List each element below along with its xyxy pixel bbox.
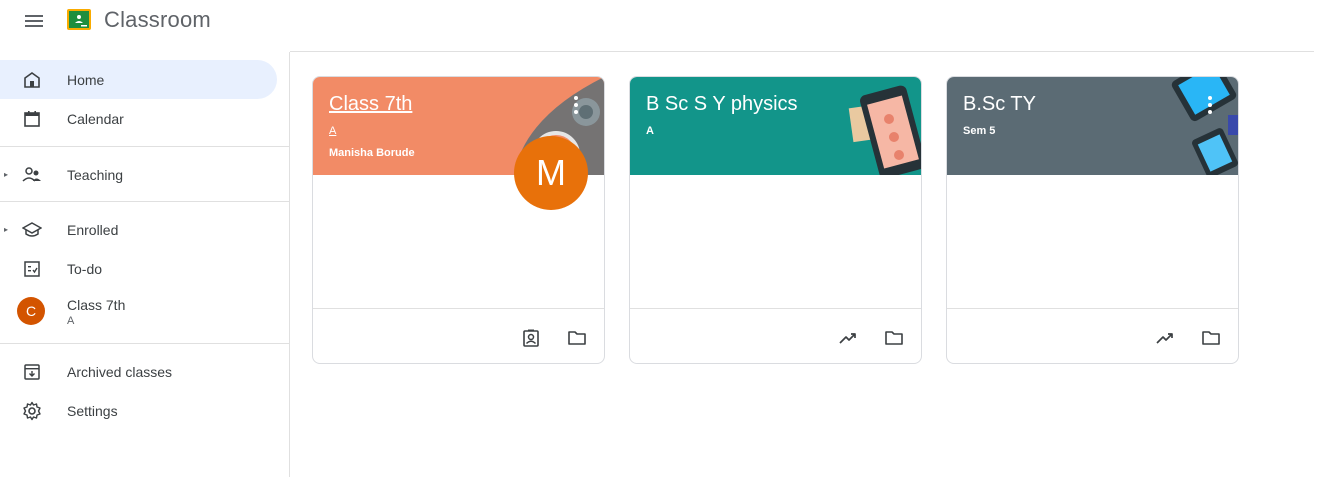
card-divider — [947, 308, 1238, 309]
card-title[interactable]: Class 7th — [329, 93, 412, 116]
sidebar-item-label: Calendar — [67, 110, 124, 127]
expand-arrow-icon[interactable]: ▸ — [4, 170, 8, 179]
sidebar-item-calendar[interactable]: Calendar — [0, 99, 277, 138]
class-card-class-7th[interactable]: Class 7th A Manisha Borude M — [312, 76, 605, 364]
todo-checklist-icon — [22, 259, 42, 279]
folder-icon[interactable] — [882, 326, 906, 350]
sidebar-item-archived-classes[interactable]: Archived classes — [0, 352, 277, 391]
sidebar-item-label: Archived classes — [67, 363, 173, 380]
sidebar-item-label: Class 7th — [67, 297, 126, 313]
card-section[interactable]: A — [646, 125, 654, 137]
main-menu-icon[interactable] — [22, 9, 46, 33]
sidebar-item-enrolled[interactable]: ▸ Enrolled — [0, 210, 277, 249]
sidebar-divider — [0, 146, 289, 147]
sidebar-item-settings[interactable]: Settings — [0, 391, 277, 430]
folder-icon[interactable] — [565, 326, 589, 350]
teacher-avatar: M — [514, 136, 588, 210]
archive-icon — [22, 362, 42, 382]
settings-gear-icon — [22, 401, 42, 421]
card-section[interactable]: A — [329, 125, 336, 137]
card-teacher-name[interactable]: Manisha Borude — [329, 147, 415, 159]
sidebar-divider — [0, 343, 289, 344]
sidebar-item-label: To-do — [67, 260, 103, 277]
sidebar-divider — [0, 201, 289, 202]
sidebar-item-label: Teaching — [67, 166, 124, 183]
sidebar-item-teaching[interactable]: ▸ Teaching — [0, 155, 277, 194]
people-icon — [22, 165, 42, 185]
sidebar-item-home[interactable]: Home — [0, 60, 277, 99]
card-header: B.Sc TY Sem 5 — [947, 77, 1238, 175]
class-avatar: C — [17, 297, 45, 325]
card-title[interactable]: B.Sc TY — [963, 93, 1036, 116]
sidebar: Home Calendar ▸ Teaching ▸ Enrolled To-d… — [0, 52, 290, 477]
trending-up-icon[interactable] — [1153, 326, 1177, 350]
sidebar-item-label: Settings — [67, 402, 118, 419]
graduation-cap-icon — [22, 220, 42, 240]
card-banner-illustration — [848, 85, 921, 175]
card-header: B Sc S Y physics A — [630, 77, 921, 175]
class-card-bsc-sy-physics[interactable]: B Sc S Y physics A — [629, 76, 922, 364]
sidebar-item-label: Enrolled — [67, 221, 119, 238]
more-options-icon[interactable] — [1200, 95, 1220, 115]
expand-arrow-icon[interactable]: ▸ — [4, 225, 8, 234]
card-divider — [630, 308, 921, 309]
header-divider — [290, 51, 1314, 52]
sidebar-item-sublabel: A — [67, 315, 75, 327]
top-bar: Classroom — [0, 0, 1317, 40]
trending-up-icon[interactable] — [836, 326, 860, 350]
card-banner-illustration — [1171, 77, 1238, 175]
folder-icon[interactable] — [1199, 326, 1223, 350]
classroom-logo-icon[interactable] — [67, 9, 91, 30]
gradebook-icon[interactable] — [519, 326, 543, 350]
class-card-bsc-ty[interactable]: B.Sc TY Sem 5 — [946, 76, 1239, 364]
more-options-icon[interactable] — [566, 95, 586, 115]
calendar-icon — [22, 109, 42, 129]
app-title[interactable]: Classroom — [104, 7, 211, 33]
card-title[interactable]: B Sc S Y physics — [646, 93, 798, 116]
home-icon — [22, 70, 42, 90]
card-section[interactable]: Sem 5 — [963, 125, 995, 137]
sidebar-item-class-7th[interactable]: C Class 7th A — [0, 288, 277, 334]
card-divider — [313, 308, 604, 309]
sidebar-item-label: Home — [67, 71, 105, 88]
sidebar-item-todo[interactable]: To-do — [0, 249, 277, 288]
